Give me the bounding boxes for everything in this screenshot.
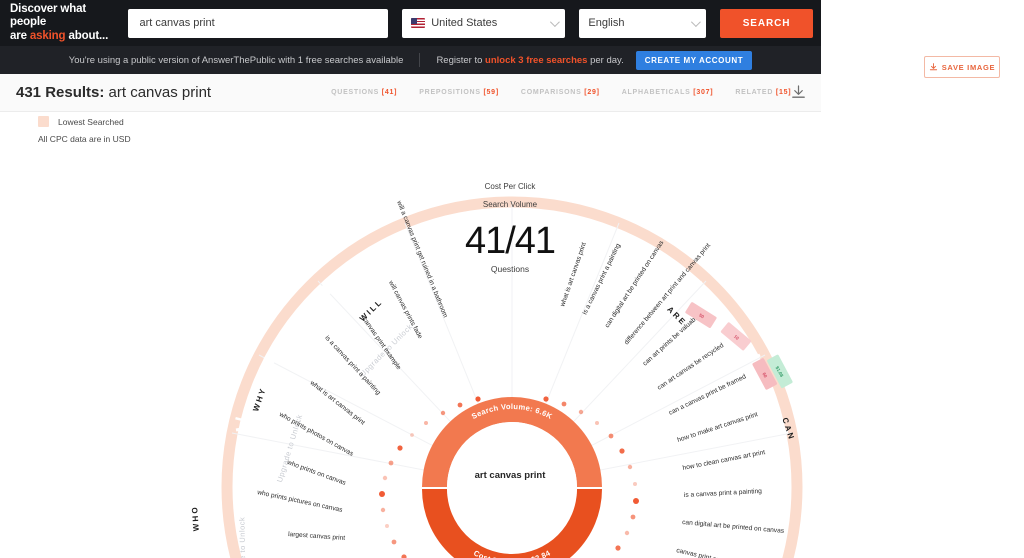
sector-label-why: WHY [251, 386, 268, 413]
center-question-sublabel: Questions [490, 264, 530, 274]
tab-related-count: [15] [775, 89, 792, 96]
question-label[interactable]: difference between art print and canvas … [623, 242, 712, 346]
chevron-down-icon [550, 17, 561, 28]
search-button[interactable]: SEARCH [720, 8, 813, 38]
locked-label-3: Upgrade to Unlock [237, 517, 247, 558]
notice-unlock-text: unlock 3 free searches [485, 54, 588, 66]
sector-label-who: WHO [190, 505, 201, 532]
create-account-button[interactable]: CREATE MY ACCOUNT [635, 50, 753, 70]
question-label[interactable]: canvas print example [676, 547, 739, 558]
question-label[interactable]: can digital art be printed on canvas [682, 519, 785, 535]
tab-comparisons-count: [29] [584, 89, 600, 96]
results-count: 431 Results: [16, 84, 105, 101]
results-query: art canvas print [104, 84, 212, 101]
question-wheel: WILL WHY WHO ARE CAN HOW Upgrade to Unlo… [0, 112, 1024, 558]
notice-divider [419, 53, 421, 67]
country-select-value: United States [431, 17, 498, 29]
tab-prepositions[interactable]: PREPOSITIONS [59] [419, 89, 499, 96]
save-image-button[interactable]: SAVE IMAGE [924, 56, 1000, 78]
brand-line-2: are asking about... [10, 29, 109, 42]
tab-questions[interactable]: QUESTIONS [41] [331, 89, 397, 96]
question-label[interactable]: who prints on canvas [285, 459, 347, 487]
brand-tagline: Discover what people are asking about... [8, 3, 122, 44]
question-label[interactable]: what is art canvas print [308, 379, 366, 427]
center-sv-label: Search Volume [482, 200, 538, 209]
tab-alphabeticals[interactable]: ALPHABETICALS [307] [622, 89, 714, 96]
free-version-notice: You're using a public version of AnswerT… [0, 46, 821, 74]
tab-questions-count: [41] [381, 89, 398, 96]
answerthepublic-app: Discover what people are asking about...… [0, 0, 1024, 558]
chevron-down-icon [691, 17, 701, 28]
page-title: 431 Results: art canvas print [16, 84, 211, 101]
language-select-value: English [588, 17, 625, 29]
save-image-label: SAVE IMAGE [941, 62, 996, 72]
hub-keyword-line-1: art canvas print [474, 470, 546, 481]
notice-register: Register to unlock 3 free searches per d… [436, 54, 624, 66]
country-select[interactable]: United States [402, 8, 566, 38]
question-label[interactable]: how to clean canvas art print [682, 449, 766, 472]
top-search-bar: Discover what people are asking about...… [0, 0, 821, 46]
question-label[interactable]: how to make art canvas print [676, 411, 758, 444]
tab-prepositions-count: [59] [483, 89, 499, 96]
question-label[interactable]: largest canvas print [288, 531, 346, 542]
brand-highlight: asking [29, 29, 66, 42]
question-label[interactable]: can art canvas be recycled [656, 342, 725, 392]
wheel-svg: WILL WHY WHO ARE CAN HOW Upgrade to Unlo… [190, 196, 803, 558]
download-results-button[interactable] [791, 85, 806, 100]
search-input[interactable] [128, 8, 389, 38]
question-label[interactable]: who prints pictures on canvas [256, 489, 344, 514]
tab-related[interactable]: RELATED [15] [735, 89, 791, 96]
tab-comparisons[interactable]: COMPARISONS [29] [521, 89, 600, 96]
brand-line-1: Discover what people [10, 2, 87, 29]
result-category-tabs: QUESTIONS [41] PREPOSITIONS [59] COMPARI… [331, 89, 791, 96]
question-label[interactable]: is a canvas print a painting [684, 488, 763, 499]
center-cpc-label: Cost Per Click [484, 182, 536, 191]
results-toolbar: 431 Results: art canvas print QUESTIONS … [0, 74, 821, 112]
language-select[interactable]: English [579, 8, 707, 38]
center-question-count: 41/41 [464, 220, 556, 262]
download-icon [792, 85, 806, 98]
us-flag-icon [411, 18, 426, 28]
notice-message: You're using a public version of AnswerT… [68, 54, 404, 66]
question-label[interactable]: can a canvas print be framed [668, 373, 748, 417]
tab-alphabeticals-count: [307] [693, 89, 714, 96]
download-icon [929, 62, 937, 70]
